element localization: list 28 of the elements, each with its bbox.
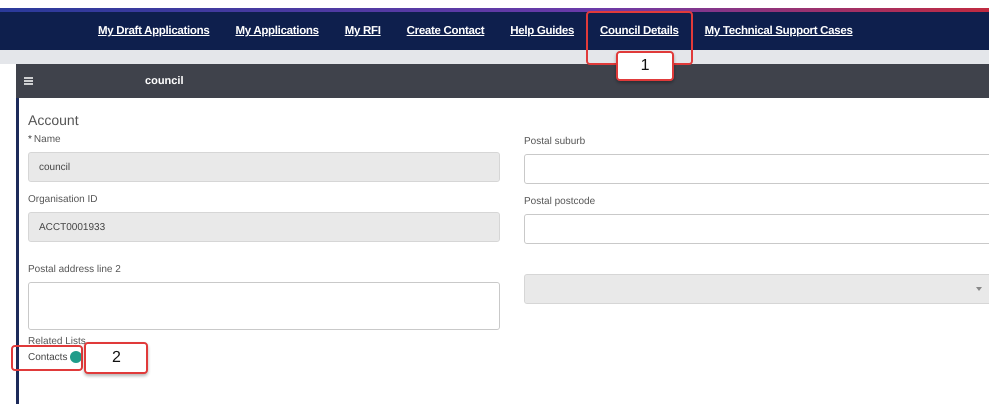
input-field[interactable]: council [28,152,500,182]
text-area[interactable] [28,282,500,330]
menu-icon[interactable] [24,77,33,85]
field-label: Postal postcode [524,196,596,207]
related-lists-heading: Related Lists [28,336,87,347]
count-badge-icon [70,351,82,363]
input-field[interactable]: ACCT0001933 [28,212,500,242]
record-title: council [145,75,184,87]
callout-number: 2 [84,342,148,374]
field-label: Name [34,134,61,145]
nav-link[interactable]: My Draft Applications [98,25,210,37]
input-field[interactable] [524,154,989,184]
caret-icon [976,287,982,291]
related-list-link[interactable]: Contacts [28,352,68,362]
section-title: Account [28,112,80,128]
field-label: Postal suburb [524,136,586,147]
nav-link[interactable]: Help Guides [510,25,574,37]
nav-link[interactable]: My Technical Support Cases [704,25,853,37]
callout-number: 1 [616,51,674,81]
dropdown-field[interactable] [524,274,989,304]
nav-link[interactable]: My Applications [235,25,319,37]
required-marker: * [28,134,32,145]
nav-link[interactable]: My RFI [344,25,381,37]
nav-link[interactable]: Council Details [600,25,679,37]
input-field[interactable] [524,214,989,244]
nav-link[interactable]: Create Contact [406,25,484,37]
field-label: Organisation ID [28,194,98,205]
field-label: Postal address line 2 [28,264,121,275]
